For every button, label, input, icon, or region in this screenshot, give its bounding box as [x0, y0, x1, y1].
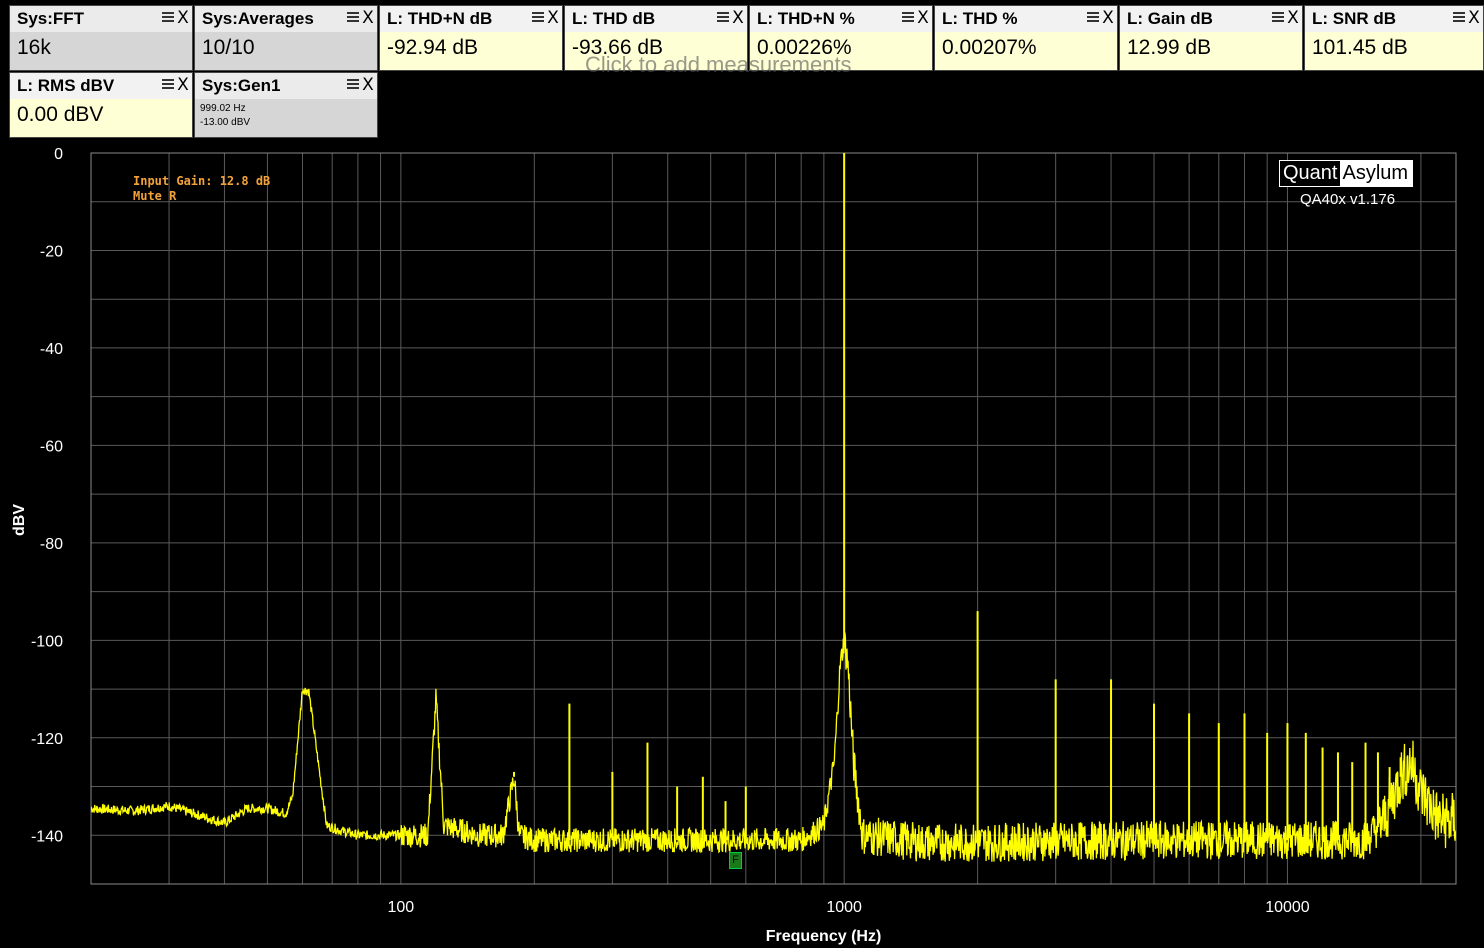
y-axis-label: dBV — [11, 504, 28, 536]
version-label: QA40x v1.176 — [1300, 191, 1396, 208]
fft-plot[interactable]: 0 -20 -40 -60 -80 -100 -120 -140 100 1000 10000 Fre… — [0, 0, 1484, 948]
plot-frame — [90, 152, 1457, 885]
y-tick-label: 0 — [54, 146, 63, 163]
y-tick-label: -140 — [31, 828, 63, 845]
x-tick-label: 100 — [388, 899, 415, 916]
y-tick-label: -80 — [40, 536, 63, 553]
y-tick-label: -100 — [31, 633, 63, 650]
x-axis-label: Frequency (Hz) — [766, 928, 882, 945]
x-tick-label: 1000 — [826, 899, 862, 916]
y-tick-label: -120 — [31, 731, 63, 748]
quantasylum-logo: Quant Asylum — [1279, 160, 1414, 187]
y-tick-label: -20 — [40, 243, 63, 260]
note-mute: Mute R — [133, 189, 177, 203]
fft-trace — [91, 632, 1456, 862]
fundamental-marker[interactable]: F — [729, 852, 742, 869]
y-tick-label: -60 — [40, 438, 63, 455]
x-tick-label: 10000 — [1265, 899, 1310, 916]
y-tick-label: -40 — [40, 341, 63, 358]
note-input-gain: Input Gain: 12.8 dB — [133, 174, 271, 188]
plot-notes: Input Gain: 12.8 dB Mute R — [133, 174, 270, 204]
